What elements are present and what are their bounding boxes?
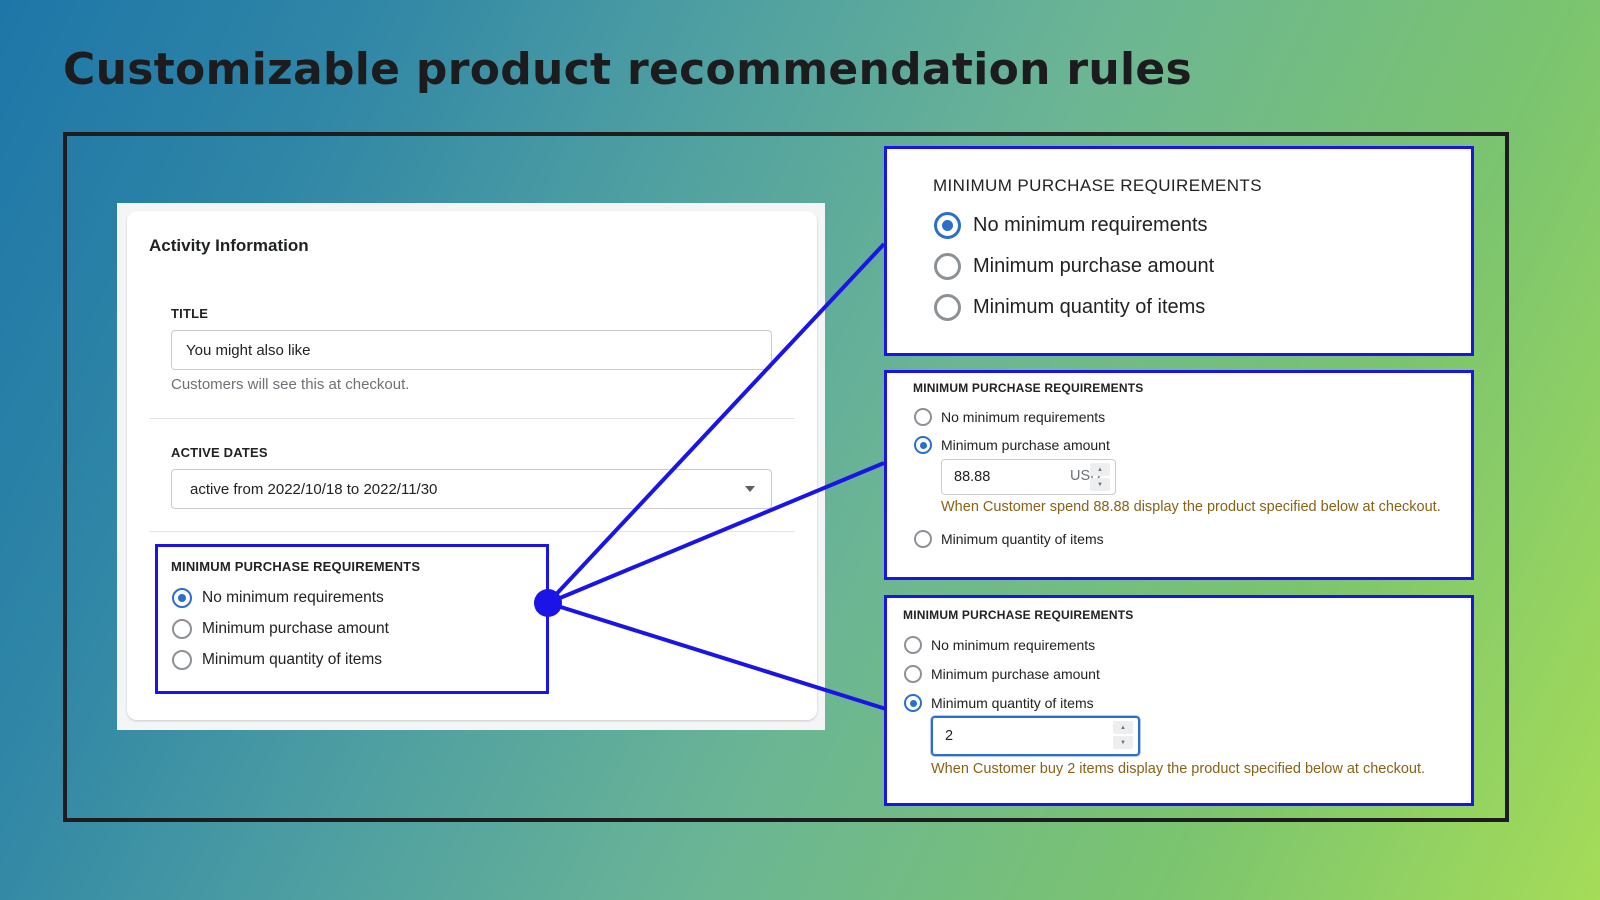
radio-label: Minimum purchase amount	[973, 255, 1215, 277]
divider	[149, 531, 795, 532]
decrement-arrow-icon[interactable]: ▼	[1113, 736, 1133, 749]
radio-option-no-minimum[interactable]: No minimum requirements	[904, 636, 1095, 654]
radio-option-min-amount[interactable]: Minimum purchase amount	[904, 665, 1100, 683]
radio-button[interactable]	[934, 212, 961, 239]
min-quantity-input[interactable]: 2 ▲ ▼	[931, 716, 1140, 756]
quantity-stepper[interactable]: ▲ ▼	[1113, 721, 1133, 749]
active-dates-select[interactable]: active from 2022/10/18 to 2022/11/30	[171, 469, 772, 509]
divider	[149, 418, 795, 419]
card-title: Activity Information	[149, 236, 309, 255]
active-dates-value: active from 2022/10/18 to 2022/11/30	[190, 480, 438, 498]
radio-option-min-quantity[interactable]: Minimum quantity of items	[172, 650, 382, 670]
radio-button[interactable]	[904, 694, 922, 712]
min-amount-input[interactable]: 88.88 USD ▲ ▼	[941, 459, 1116, 495]
panel-requirements-label: MINIMUM PURCHASE REQUIREMENTS	[933, 176, 1262, 195]
radio-label: No minimum requirements	[931, 637, 1096, 653]
radio-option-no-minimum[interactable]: No minimum requirements	[914, 408, 1105, 426]
radio-label: Minimum quantity of items	[941, 531, 1104, 547]
requirements-panel-no-minimum: MINIMUM PURCHASE REQUIREMENTS No minimum…	[884, 146, 1474, 356]
radio-label: No minimum requirements	[973, 214, 1208, 236]
radio-button[interactable]	[914, 436, 932, 454]
increment-arrow-icon[interactable]: ▲	[1113, 721, 1133, 734]
amount-stepper[interactable]: ▲ ▼	[1090, 463, 1110, 491]
min-amount-value: 88.88	[954, 469, 991, 485]
radio-button[interactable]	[904, 665, 922, 683]
radio-label: No minimum requirements	[941, 409, 1106, 425]
radio-label: Minimum purchase amount	[931, 666, 1100, 682]
hero-title: Customizable product recommendation rule…	[63, 44, 1193, 95]
caret-down-icon	[745, 486, 755, 492]
radio-button[interactable]	[904, 636, 922, 654]
radio-button[interactable]	[914, 408, 932, 426]
radio-label: Minimum quantity of items	[202, 651, 383, 668]
panel-requirements-label: MINIMUM PURCHASE REQUIREMENTS	[903, 608, 1134, 622]
title-input-value: You might also like	[186, 341, 311, 359]
radio-label: Minimum purchase amount	[202, 620, 389, 637]
radio-option-min-amount[interactable]: Minimum purchase amount	[934, 253, 1214, 280]
requirements-label: MINIMUM PURCHASE REQUIREMENTS	[171, 559, 421, 574]
radio-option-min-amount[interactable]: Minimum purchase amount	[914, 436, 1110, 454]
radio-label: Minimum quantity of items	[973, 296, 1206, 318]
requirements-panel-min-quantity: MINIMUM PURCHASE REQUIREMENTS No minimum…	[884, 595, 1474, 806]
title-help-text: Customers will see this at checkout.	[171, 376, 410, 393]
min-quantity-hint: When Customer buy 2 items display the pr…	[931, 761, 1426, 777]
min-amount-hint: When Customer spend 88.88 display the pr…	[941, 499, 1441, 515]
radio-option-no-minimum[interactable]: No minimum requirements	[934, 212, 1208, 239]
activity-information-card: Activity Information TITLE You might als…	[127, 211, 817, 720]
radio-button[interactable]	[914, 530, 932, 548]
radio-option-min-quantity[interactable]: Minimum quantity of items	[934, 294, 1205, 321]
radio-button[interactable]	[934, 294, 961, 321]
panel-requirements-label: MINIMUM PURCHASE REQUIREMENTS	[913, 381, 1144, 395]
radio-label: Minimum purchase amount	[941, 437, 1110, 453]
min-quantity-value: 2	[945, 728, 954, 744]
title-field-label: TITLE	[171, 306, 209, 321]
active-dates-label: ACTIVE DATES	[171, 445, 268, 460]
increment-arrow-icon[interactable]: ▲	[1090, 463, 1110, 476]
radio-option-min-quantity[interactable]: Minimum quantity of items	[904, 694, 1094, 712]
decrement-arrow-icon[interactable]: ▼	[1090, 478, 1110, 491]
requirements-highlight-box: MINIMUM PURCHASE REQUIREMENTS No minimum…	[155, 544, 549, 694]
radio-button[interactable]	[172, 650, 192, 670]
radio-label: No minimum requirements	[202, 589, 384, 606]
radio-option-min-amount[interactable]: Minimum purchase amount	[172, 619, 389, 639]
title-input[interactable]: You might also like	[171, 330, 772, 370]
radio-button[interactable]	[172, 619, 192, 639]
radio-label: Minimum quantity of items	[931, 695, 1094, 711]
radio-button[interactable]	[172, 588, 192, 608]
requirements-panel-min-amount: MINIMUM PURCHASE REQUIREMENTS No minimum…	[884, 370, 1474, 580]
radio-option-no-minimum[interactable]: No minimum requirements	[172, 588, 384, 608]
radio-option-min-quantity[interactable]: Minimum quantity of items	[914, 530, 1104, 548]
form-backdrop: Activity Information TITLE You might als…	[117, 203, 825, 730]
radio-button[interactable]	[934, 253, 961, 280]
